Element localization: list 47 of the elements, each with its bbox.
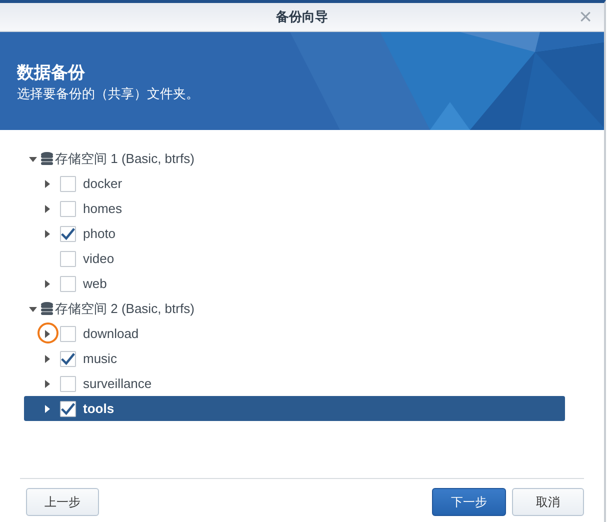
checkbox[interactable] (60, 276, 76, 292)
expand-caret-icon[interactable] (43, 404, 51, 412)
folder-row[interactable]: web (24, 271, 565, 296)
folder-row[interactable]: docker (24, 171, 565, 196)
folder-label: music (83, 350, 117, 368)
volume-label[interactable]: 存储空间 2 (Basic, btrfs) (55, 298, 194, 318)
expand-caret-icon[interactable] (43, 330, 51, 338)
folder-label: docker (83, 174, 122, 193)
checkbox[interactable] (60, 376, 76, 392)
volume-label[interactable]: 存储空间 1 (Basic, btrfs) (55, 148, 194, 168)
next-button[interactable]: 下一步 (432, 488, 506, 516)
checkbox[interactable] (60, 250, 76, 266)
folder-label: photo (83, 224, 116, 243)
expand-caret-icon[interactable] (43, 230, 51, 238)
checkbox[interactable] (60, 400, 76, 416)
checkbox[interactable] (60, 326, 76, 342)
folder-row[interactable]: photo (24, 221, 565, 246)
folder-label: video (83, 250, 114, 268)
expand-caret-icon[interactable] (43, 180, 51, 188)
folder-label: web (83, 274, 107, 293)
collapse-caret-icon[interactable] (29, 154, 37, 162)
checkbox[interactable] (60, 176, 76, 192)
back-button[interactable]: 上一步 (26, 488, 99, 516)
window-title: 备份向导 (276, 8, 328, 26)
expand-caret-icon[interactable] (43, 204, 51, 212)
folder-row[interactable]: surveillance (24, 371, 565, 396)
checkbox[interactable] (60, 226, 76, 242)
checkbox[interactable] (60, 350, 76, 366)
folder-label: homes (83, 200, 122, 218)
folder-row[interactable]: tools (24, 396, 565, 421)
expand-caret-icon[interactable] (43, 354, 51, 362)
expand-caret-icon[interactable] (43, 280, 51, 288)
checkbox[interactable] (60, 200, 76, 216)
folder-row[interactable]: video (24, 246, 565, 271)
banner-subtitle: 选择要备份的（共享）文件夹。 (17, 86, 199, 102)
cancel-button[interactable]: 取消 (512, 488, 584, 516)
folder-label: download (83, 324, 139, 343)
folder-label: surveillance (83, 374, 152, 393)
database-icon (41, 152, 53, 165)
folder-label: tools (83, 400, 114, 418)
banner-title: 数据备份 (17, 62, 85, 84)
collapse-caret-icon[interactable] (29, 304, 37, 312)
expand-caret-icon[interactable] (43, 380, 51, 388)
database-icon (41, 302, 53, 315)
folder-row[interactable]: music (24, 346, 565, 371)
folder-row[interactable]: homes (24, 196, 565, 221)
folder-row[interactable]: download (24, 321, 565, 346)
